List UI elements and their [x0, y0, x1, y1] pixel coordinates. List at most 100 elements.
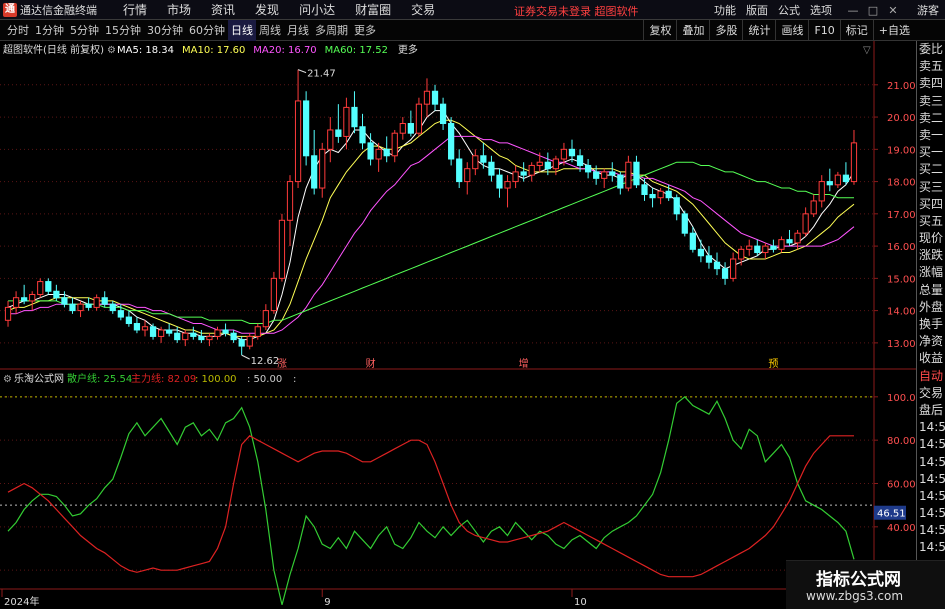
minimize-icon[interactable]: — [843, 4, 863, 17]
indicator-current-value: 46.51 [874, 505, 906, 520]
main-menu: 行情 市场 资讯 发现 问小达 财富圈 交易 [113, 1, 445, 18]
menu-bar: 通 通达信金融终端 行情 市场 资讯 发现 问小达 财富圈 交易 证券交易未登录 超图软件 … [0, 0, 945, 20]
sidebar-item-7[interactable]: 买二 [917, 161, 945, 178]
tool-button-1[interactable]: 叠加 [676, 20, 709, 41]
sidebar-item-22[interactable]: 14:56 [917, 419, 945, 436]
sidebar-item-18[interactable]: 收益 [917, 350, 945, 367]
tool-button-6[interactable]: 标记 [839, 20, 873, 41]
period-tab-8[interactable]: 月线 [284, 20, 312, 41]
period-tab-9[interactable]: 多周期 [312, 20, 351, 41]
period-tab-3[interactable]: 15分钟 [102, 20, 144, 41]
period-tab-4[interactable]: 30分钟 [144, 20, 186, 41]
sidebar-item-28[interactable]: 14:56 [917, 522, 945, 539]
tool-button-7[interactable]: +自选 [872, 20, 915, 41]
sidebar-item-11[interactable]: 现价 [917, 230, 945, 247]
price-tick-label: 16.00 [887, 242, 916, 253]
indicator-tick-label: 60.00 [887, 480, 916, 491]
sidebar-item-20[interactable]: 交易 [917, 385, 945, 402]
watermark-url: www.zbgs3.com [806, 589, 904, 603]
sidebar-item-24[interactable]: 14:56 [917, 454, 945, 471]
sidebar-item-17[interactable]: 净资 [917, 333, 945, 350]
tool-button-2[interactable]: 多股 [709, 20, 742, 41]
menu-item-0[interactable]: 行情 [113, 1, 157, 18]
sidebar-item-10[interactable]: 买五 [917, 213, 945, 230]
period-tab-2[interactable]: 5分钟 [67, 20, 102, 41]
event-marker-3[interactable]: 预 [768, 358, 778, 370]
event-marker-0[interactable]: 涨 [277, 358, 287, 370]
sidebar-item-16[interactable]: 换手 [917, 316, 945, 333]
event-marker-1[interactable]: 财 [366, 357, 376, 370]
candle [278, 213, 286, 282]
indicator-legend: 散户线: 25.54主力线: 82.09: 100.00: 50.00: [67, 372, 296, 385]
period-tab-6[interactable]: 日线 [228, 19, 256, 41]
sidebar-item-2[interactable]: 卖四 [917, 75, 945, 92]
sidebar-item-0[interactable]: 委比 [917, 41, 945, 58]
period-toolbar: 分时 1分钟 5分钟 15分钟 30分钟 60分钟 日线 周线 月线 多周期 更多 复权 叠加 多股 统计… [0, 19, 945, 41]
quote-sidebar: 委比 卖五 卖四 卖三 卖二 卖一 买一 买二 买三 买四 买五 现价 涨跌 涨幅 总量 外盘 换手 净资 收益 自动… [916, 41, 945, 609]
top-menu-item-0[interactable]: 功能 [709, 2, 741, 18]
price-tick-label: 18.00 [887, 178, 916, 189]
login-notice[interactable]: 证券交易未登录 超图软件 [514, 3, 639, 19]
menu-item-2[interactable]: 资讯 [201, 1, 245, 18]
sidebar-item-3[interactable]: 卖三 [917, 93, 945, 110]
period-tab-5[interactable]: 60分钟 [186, 20, 228, 41]
maximize-icon[interactable]: □ [863, 4, 883, 17]
sidebar-item-25[interactable]: 14:56 [917, 471, 945, 488]
top-menu-item-2[interactable]: 公式 [773, 2, 805, 18]
menu-item-4[interactable]: 问小达 [289, 1, 345, 18]
panel-menu-icon[interactable]: ▽ [863, 45, 871, 56]
guest-label[interactable]: 游客 [917, 2, 945, 18]
period-tab-10[interactable]: 更多 [351, 20, 379, 41]
menu-item-5[interactable]: 财富圈 [345, 1, 401, 18]
indicator-settings-icon[interactable]: ⚙ [3, 374, 12, 385]
sidebar-item-8[interactable]: 买三 [917, 179, 945, 196]
indicator-legend-1: 主力线: 82.09 [131, 372, 196, 385]
sidebar-item-5[interactable]: 卖一 [917, 127, 945, 144]
indicator-tick-label: 100.0 [887, 393, 916, 404]
period-tab-0[interactable]: 分时 [4, 20, 32, 41]
sidebar-item-9[interactable]: 买四 [917, 196, 945, 213]
sidebar-item-29[interactable]: 14:56 [917, 539, 945, 556]
menu-item-3[interactable]: 发现 [245, 1, 289, 18]
period-tab-7[interactable]: 周线 [256, 20, 284, 41]
sidebar-item-14[interactable]: 总量 [917, 282, 945, 299]
sidebar-item-13[interactable]: 涨幅 [917, 264, 945, 281]
watermark-title: 指标公式网 [816, 570, 901, 590]
more-ma-button[interactable]: 更多 [398, 43, 418, 56]
event-marker-2[interactable]: 增 [519, 357, 529, 370]
menu-item-1[interactable]: 市场 [157, 1, 201, 18]
app-logo: 通 通达信金融终端 [0, 0, 103, 20]
ma-legend-2: MA20: 16.70 [253, 45, 316, 56]
period-tab-1[interactable]: 1分钟 [32, 20, 67, 41]
sidebar-item-21[interactable]: 盘后 [917, 402, 945, 419]
indicator-legend-0: 散户线: 25.54 [67, 372, 132, 385]
indicator-tick-label: 80.00 [887, 436, 916, 447]
candle [681, 210, 688, 237]
sidebar-item-15[interactable]: 外盘 [917, 299, 945, 316]
sidebar-item-27[interactable]: 14:56 [917, 505, 945, 522]
top-menu-item-1[interactable]: 版面 [741, 2, 773, 18]
kline-chart[interactable]: 超图软件(日线 前复权) ⚙ MA5: 18.34 MA10: 17.60 MA20… [0, 41, 916, 609]
sidebar-item-19[interactable]: 自动 [917, 368, 945, 385]
close-icon[interactable]: ✕ [883, 4, 903, 17]
tool-button-0[interactable]: 复权 [643, 20, 676, 41]
sidebar-item-4[interactable]: 卖二 [917, 110, 945, 127]
top-menu-item-3[interactable]: 选项 [805, 2, 837, 18]
price-tick-label: 15.00 [887, 274, 916, 285]
price-tick-label: 14.00 [887, 307, 916, 318]
sidebar-item-6[interactable]: 买一 [917, 144, 945, 161]
app-title: 通达信金融终端 [20, 3, 97, 17]
price-tick-label: 13.00 [887, 339, 916, 350]
top-right-menu: 功能 版面 公式 选项 — □ ✕ 游客 [709, 0, 945, 20]
sidebar-item-1[interactable]: 卖五 [917, 58, 945, 75]
tool-button-5[interactable]: F10 [808, 20, 839, 41]
menu-item-6[interactable]: 交易 [401, 1, 445, 18]
tool-button-3[interactable]: 统计 [742, 20, 775, 41]
settings-icon[interactable]: ⚙ [107, 45, 116, 56]
candle [303, 91, 310, 166]
sidebar-item-23[interactable]: 14:56 [917, 436, 945, 453]
ma-legend-3: MA60: 17.52 [325, 45, 388, 56]
tool-button-4[interactable]: 画线 [775, 20, 808, 41]
sidebar-item-12[interactable]: 涨跌 [917, 247, 945, 264]
sidebar-item-26[interactable]: 14:56 [917, 488, 945, 505]
